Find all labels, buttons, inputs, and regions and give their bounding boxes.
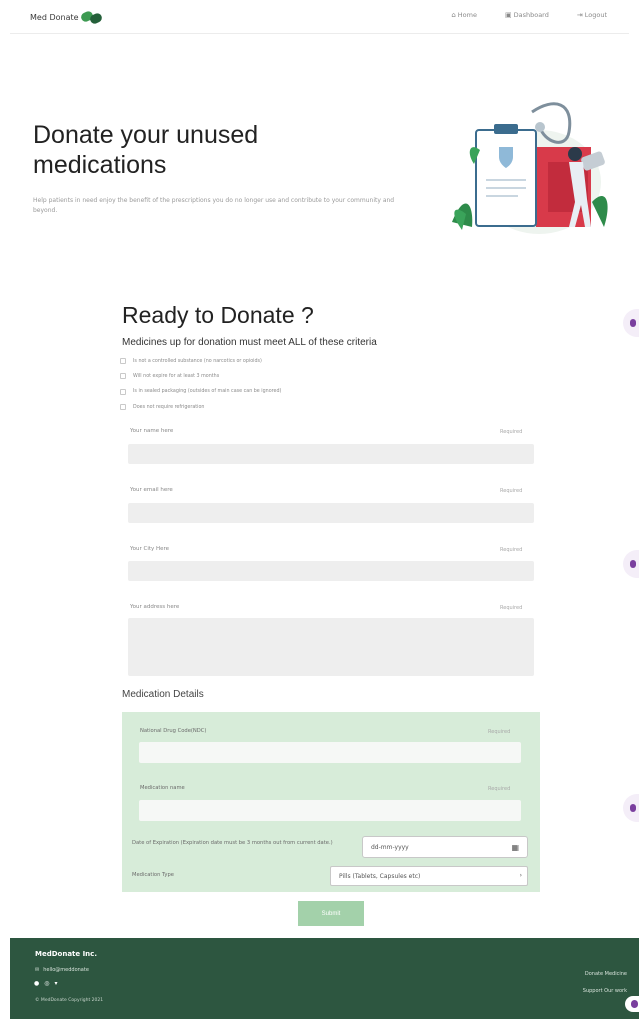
medication-name-label: Medication name	[140, 785, 185, 791]
side-tab-icon	[630, 319, 636, 327]
footer-brand: MedDonate Inc.	[35, 950, 97, 958]
hero-title: Donate your unused medications	[33, 121, 259, 179]
criteria-item[interactable]: Is in sealed packaging (outsides of main…	[120, 386, 281, 398]
footer-copyright: © MedDonate Copyright 2021	[35, 998, 104, 1003]
criteria-label: Is in sealed packaging (outsides of main…	[133, 389, 282, 395]
criteria-label: Does not require refrigeration	[133, 404, 205, 410]
mail-icon: ✉	[35, 967, 40, 973]
criteria-item[interactable]: Is not a controlled substance (no narcot…	[120, 355, 281, 367]
checkbox[interactable]	[120, 358, 126, 364]
footer-links: Donate Medicine Support Our work	[583, 966, 627, 1000]
nav-dashboard-label: Dashboard	[513, 11, 549, 19]
footer-link-support[interactable]: Support Our work	[583, 983, 627, 1000]
footer-email-text: hello@meddonate	[43, 967, 89, 973]
submit-button[interactable]: Submit	[298, 901, 364, 926]
logout-icon: ⇥	[576, 11, 583, 19]
ndc-label: National Drug Code(NDC)	[140, 728, 207, 734]
address-label: Your address here	[130, 604, 180, 610]
email-required: Required	[500, 488, 523, 494]
dashboard-icon: ▣	[504, 11, 512, 19]
footer-email[interactable]: ✉ hello@meddonate	[35, 967, 89, 973]
email-label: Your email here	[130, 487, 173, 493]
criteria-title: Medicines up for donation must meet ALL …	[122, 337, 377, 348]
side-tab[interactable]	[623, 794, 639, 822]
expiry-date-input[interactable]: dd-mm-yyyy ▦	[362, 836, 528, 858]
address-required: Required	[500, 605, 523, 611]
footer-link-donate[interactable]: Donate Medicine	[583, 966, 627, 983]
form-title: Ready to Donate ?	[122, 302, 314, 328]
side-tab-icon	[630, 804, 636, 812]
medication-details-title: Medication Details	[122, 689, 204, 700]
city-input[interactable]	[128, 561, 534, 581]
nav-dashboard-link[interactable]: ▣ Dashboard	[505, 11, 549, 19]
chevron-down-icon: ›	[519, 872, 522, 879]
criteria-item[interactable]: Does not require refrigeration	[120, 401, 281, 413]
brand-logo[interactable]: Med Donate	[30, 9, 103, 26]
top-nav: Med Donate ⌂ Home ▣ Dashboard ⇥ Logout	[10, 0, 629, 34]
medication-name-input[interactable]	[139, 800, 521, 821]
criteria-list: Is not a controlled substance (no narcot…	[120, 355, 281, 417]
nav-home-link[interactable]: ⌂ Home	[451, 11, 477, 19]
expiry-label: Date of Expiration (Expiration date must…	[132, 840, 333, 846]
chat-bubble[interactable]	[625, 996, 639, 1012]
medication-type-select[interactable]: Pills (Tablets, Capsules etc) ›	[330, 866, 528, 886]
name-input[interactable]	[128, 444, 534, 464]
footer: MedDonate Inc. ✉ hello@meddonate ● ◎ ▾ ©…	[10, 938, 639, 1019]
nav-links: ⌂ Home ▣ Dashboard ⇥ Logout	[451, 11, 607, 19]
footer-social: ● ◎ ▾	[34, 980, 58, 987]
checkbox[interactable]	[120, 404, 126, 411]
date-placeholder: dd-mm-yyyy	[371, 843, 409, 851]
medication-type-label: Medication Type	[132, 872, 174, 878]
facebook-icon[interactable]: ●	[34, 980, 39, 987]
criteria-label: Is not a controlled substance (no narcot…	[133, 358, 262, 364]
address-textarea[interactable]	[128, 618, 534, 676]
side-tab-icon	[630, 560, 636, 568]
criteria-label: Will not expire for at least 3 months	[133, 373, 220, 379]
email-input[interactable]	[128, 503, 534, 523]
name-required: Required	[500, 429, 523, 435]
nav-home-label: Home	[457, 11, 477, 19]
city-label: Your City Here	[130, 546, 170, 552]
chat-icon	[631, 1000, 638, 1008]
home-icon: ⌂	[451, 11, 456, 19]
ndc-required: Required	[488, 729, 511, 735]
nav-logout-label: Logout	[584, 11, 607, 19]
twitter-icon[interactable]: ▾	[55, 980, 58, 987]
criteria-item[interactable]: Will not expire for at least 3 months	[120, 370, 281, 382]
medical-illustration	[452, 102, 608, 234]
medication-name-required: Required	[488, 786, 511, 792]
ndc-input[interactable]	[139, 742, 521, 763]
brand-name: Med Donate	[30, 12, 79, 22]
city-required: Required	[500, 547, 523, 553]
calendar-icon[interactable]: ▦	[511, 843, 519, 852]
pill-logo-icon	[79, 9, 103, 26]
side-tab[interactable]	[623, 309, 639, 337]
instagram-icon[interactable]: ◎	[44, 980, 49, 987]
name-label: Your name here	[130, 428, 174, 434]
hero-subtitle: Help patients in need enjoy the benefit …	[33, 197, 395, 214]
nav-logout-link[interactable]: ⇥ Logout	[577, 11, 607, 19]
checkbox[interactable]	[120, 373, 126, 380]
medication-type-value: Pills (Tablets, Capsules etc)	[339, 872, 421, 880]
checkbox[interactable]	[120, 388, 126, 395]
side-tab[interactable]	[623, 550, 639, 578]
